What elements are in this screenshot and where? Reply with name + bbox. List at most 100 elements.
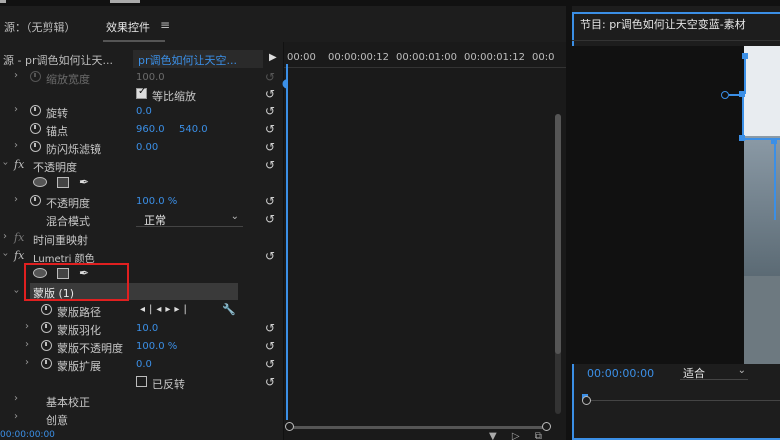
reset-icon[interactable]: ↺	[265, 104, 275, 118]
tab-effect-controls[interactable]: 效果控件	[106, 19, 150, 35]
fx-icon[interactable]: fx	[14, 249, 24, 262]
zoom-handle-left[interactable]	[285, 422, 294, 431]
reset-icon[interactable]: ↺	[265, 249, 275, 263]
reset-icon[interactable]: ↺	[265, 339, 275, 353]
reset-icon[interactable]: ↺	[265, 194, 275, 208]
reset-icon[interactable]: ↺	[265, 87, 275, 101]
expand-caret-icon[interactable]: ›	[25, 321, 29, 332]
expand-caret-icon[interactable]: ›	[14, 194, 18, 205]
anti-flicker-value[interactable]: 0.00	[136, 142, 158, 153]
inverted-checkbox[interactable]	[136, 376, 147, 387]
collapse-caret-icon[interactable]: ›	[0, 162, 11, 166]
program-timecode[interactable]: 00:00:00:00	[587, 367, 654, 380]
playhead[interactable]: ◖	[282, 64, 288, 420]
stopwatch-icon[interactable]	[30, 71, 41, 82]
program-monitor-title[interactable]: 节目: pr调色如何让天空变蓝-素材	[580, 16, 746, 32]
mask-path-label: 蒙版路径	[57, 306, 101, 319]
blend-mode-select[interactable]: 正常 ⌄	[136, 211, 243, 227]
mask-expansion-value[interactable]: 0.0	[136, 359, 152, 370]
row-basic-correction: › 基本校正	[0, 391, 283, 409]
reset-icon[interactable]: ↺	[265, 70, 275, 84]
opacity-value[interactable]: 100.0 %	[136, 196, 177, 207]
uniform-scale-checkbox[interactable]	[136, 86, 147, 99]
mask-feather-value[interactable]: 10.0	[136, 323, 158, 334]
vertical-scrollbar[interactable]	[555, 114, 561, 414]
creative-label: 创意	[46, 414, 68, 427]
rotation-label: 旋转	[46, 107, 68, 120]
stopwatch-icon[interactable]	[41, 358, 52, 369]
expand-caret-icon[interactable]: ›	[14, 393, 18, 404]
rotation-value[interactable]: 0.0	[136, 106, 152, 117]
mask-path-line[interactable]	[742, 96, 744, 138]
expand-caret-icon[interactable]: ›	[14, 70, 18, 81]
anchor-x-value[interactable]: 960.0	[136, 124, 165, 135]
expand-caret-icon[interactable]: ›	[14, 411, 18, 422]
row-opacity-mask-tools: ✒	[0, 174, 283, 192]
mask-vertex[interactable]	[739, 91, 745, 97]
time-remap-label: 时间重映射	[33, 234, 88, 247]
clip-label[interactable]: pr调色如何让天空...	[138, 52, 237, 68]
program-scrub-bar[interactable]	[582, 394, 780, 406]
fit-value: 适合	[683, 367, 705, 380]
reset-icon[interactable]: ↺	[265, 321, 275, 335]
rectangle-mask-icon[interactable]	[57, 177, 69, 188]
mask-vertex[interactable]	[739, 135, 745, 141]
expand-caret-icon[interactable]: ›	[25, 357, 29, 368]
stopwatch-icon[interactable]	[30, 195, 41, 206]
mask-opacity-value[interactable]: 100.0 %	[136, 341, 177, 352]
video-letterbox	[572, 46, 744, 364]
fx-icon[interactable]: fx	[14, 158, 24, 171]
stopwatch-icon[interactable]	[30, 105, 41, 116]
effect-controls-properties: 源 - pr调色如何让天... pr调色如何让天空... ▶ › 缩放宽度 10…	[0, 42, 283, 440]
reset-icon[interactable]: ↺	[265, 122, 275, 136]
row-mask-opacity: › 蒙版不透明度 100.0 % ↺	[0, 337, 283, 355]
anchor-y-value[interactable]: 540.0	[179, 124, 208, 135]
stopwatch-icon[interactable]	[30, 123, 41, 134]
mask-path-line[interactable]	[774, 140, 776, 220]
bottom-timecode[interactable]: 00:00:00:00	[0, 430, 283, 440]
row-opacity-group: › fx 不透明度 ↺	[0, 156, 283, 174]
mask-feather-handle[interactable]	[721, 91, 729, 99]
pen-tool-icon[interactable]: ✒	[79, 175, 89, 189]
collapse-caret-icon[interactable]: ›	[0, 253, 11, 257]
mask-path-line[interactable]	[744, 56, 746, 94]
row-uniform-scale: 等比缩放 ↺	[0, 85, 283, 103]
basic-correction-label: 基本校正	[46, 396, 90, 409]
anchor-label: 锚点	[46, 125, 68, 138]
stopwatch-icon[interactable]	[41, 340, 52, 351]
scrollbar-thumb[interactable]	[555, 114, 561, 354]
ruler-tick: 00:00	[287, 52, 316, 63]
time-ruler[interactable]: 00:00 00:00:00:12 00:00:01:00 00:00:01:1…	[284, 42, 567, 68]
mask-feather-label: 蒙版羽化	[57, 324, 101, 337]
stopwatch-icon[interactable]	[41, 304, 52, 315]
tab-source[interactable]: 源：（无剪辑）	[4, 19, 76, 35]
play-arrow-icon[interactable]: ▶	[269, 52, 277, 63]
reset-icon[interactable]: ↺	[265, 357, 275, 371]
reset-icon[interactable]: ↺	[265, 212, 275, 226]
fx-icon[interactable]: fx	[14, 231, 24, 244]
stopwatch-icon[interactable]	[30, 141, 41, 152]
anti-flicker-label: 防闪烁滤镜	[46, 143, 101, 156]
wrench-icon[interactable]: 🔧	[222, 303, 236, 316]
timeline-filter-icons[interactable]: ▼ ▷ ⧉	[489, 431, 548, 440]
expand-caret-icon[interactable]: ›	[25, 339, 29, 350]
reset-icon[interactable]: ↺	[265, 140, 275, 154]
row-mask-path: 蒙版路径 ◂|◂▸▸| 🔧	[0, 301, 283, 319]
mask-vertex[interactable]	[742, 53, 748, 59]
fit-select[interactable]: 适合 ⌄	[680, 364, 748, 380]
mask-vertex[interactable]	[771, 138, 777, 144]
reset-icon[interactable]: ↺	[265, 375, 275, 389]
playhead-handle-icon[interactable]: ◖	[282, 76, 292, 90]
stopwatch-icon[interactable]	[41, 322, 52, 333]
collapse-caret-icon[interactable]: ›	[11, 290, 22, 294]
reset-icon[interactable]: ↺	[265, 158, 275, 172]
mask-track-controls[interactable]: ◂|◂▸▸|	[140, 304, 191, 315]
panel-menu-icon[interactable]: ≡	[160, 18, 170, 32]
expand-caret-icon[interactable]: ›	[3, 231, 7, 242]
expand-caret-icon[interactable]: ›	[14, 140, 18, 151]
zoom-handle-right[interactable]	[542, 422, 551, 431]
expand-caret-icon[interactable]: ›	[14, 104, 18, 115]
scrub-zoom-handle[interactable]	[582, 396, 591, 405]
ellipse-mask-icon[interactable]	[33, 177, 47, 187]
mask-expansion-label: 蒙版扩展	[57, 360, 101, 373]
